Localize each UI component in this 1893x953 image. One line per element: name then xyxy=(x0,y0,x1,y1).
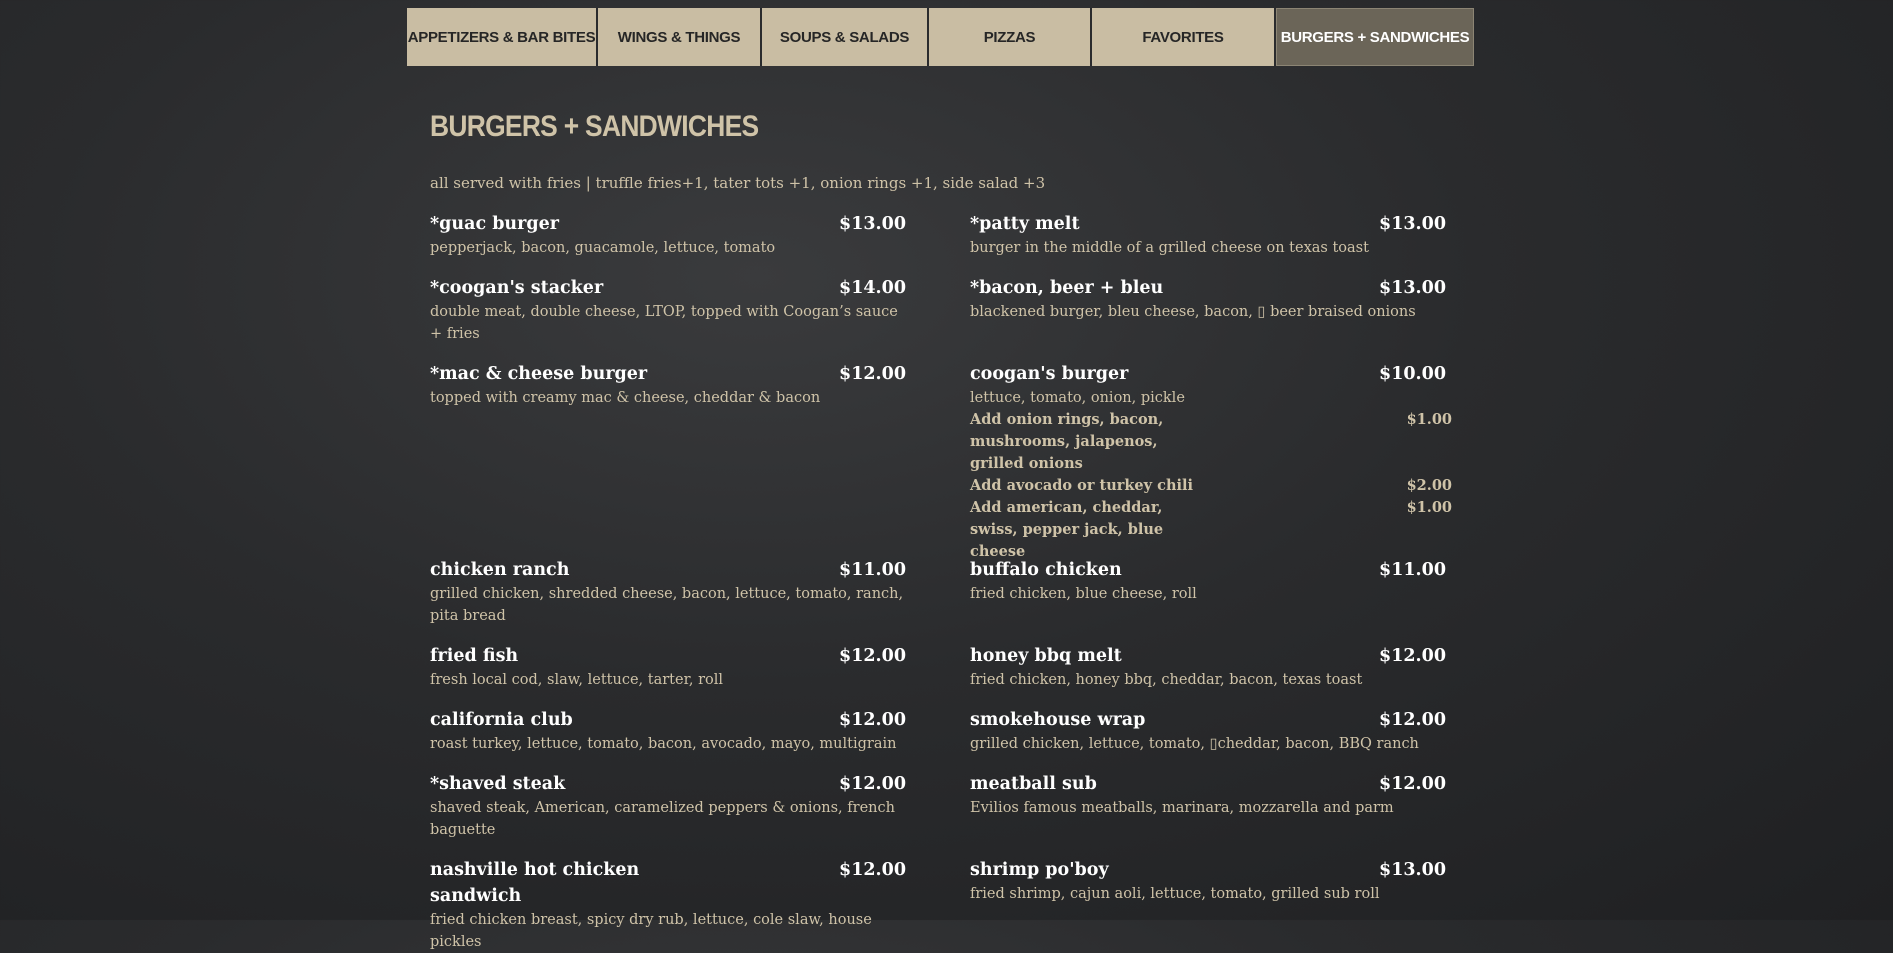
tab-soups-salads[interactable]: SOUPS & SALADS xyxy=(762,8,929,66)
item-name: nashville hot chicken sandwich xyxy=(430,860,640,906)
addon-price: $1.00 xyxy=(1406,499,1452,516)
item-name: california club xyxy=(430,710,573,730)
tab-burgers-sandwiches[interactable]: BURGERS + SANDWICHES xyxy=(1276,8,1474,66)
addon-option: Add avocado or turkey chili $2.00 xyxy=(970,475,1452,497)
addon-option: Add onion rings, bacon, mushrooms, jalap… xyxy=(970,409,1452,475)
item-description: shaved steak, American, caramelized pepp… xyxy=(430,800,895,838)
item-name: *patty melt xyxy=(970,214,1080,234)
menu-item: nashville hot chicken sandwich $12.00 fri… xyxy=(430,857,906,953)
item-description: fried chicken, blue cheese, roll xyxy=(970,586,1197,602)
item-description: grilled chicken, shredded cheese, bacon,… xyxy=(430,586,904,624)
addon-option: Add american, cheddar, swiss, pepper jac… xyxy=(970,497,1452,563)
item-name: fried fish xyxy=(430,646,519,666)
item-price: $12.00 xyxy=(839,646,906,666)
item-description: lettuce, tomato, onion, pickle xyxy=(970,390,1185,406)
item-price: $12.00 xyxy=(839,774,906,794)
item-description: grilled chicken, lettuce, tomato, ▯chedd… xyxy=(970,736,1419,752)
item-name: *coogan's stacker xyxy=(430,278,604,298)
menu-item: *shaved steak $12.00 shaved steak, Americ… xyxy=(430,771,906,841)
item-description: roast turkey, lettuce, tomato, bacon, av… xyxy=(430,736,897,752)
tab-favorites[interactable]: FAVORITES xyxy=(1092,8,1276,66)
item-description: burger in the middle of a grilled cheese… xyxy=(970,240,1369,256)
item-price: $11.00 xyxy=(839,560,906,580)
item-description: topped with creamy mac & cheese, cheddar… xyxy=(430,390,821,406)
item-description: Evilios famous meatballs, marinara, mozz… xyxy=(970,800,1394,816)
item-name: smokehouse wrap xyxy=(970,710,1146,730)
menu-item: coogan's burger $10.00 lettuce, tomato, o… xyxy=(970,361,1452,563)
item-description: fried chicken breast, spicy dry rub, let… xyxy=(430,912,872,950)
item-name: *mac & cheese burger xyxy=(430,364,648,384)
menu-item: *bacon, beer + bleu $13.00 blackened burg… xyxy=(970,275,1446,323)
menu-item: california club $12.00 roast turkey, lett… xyxy=(430,707,906,755)
addon-price: $2.00 xyxy=(1406,477,1452,494)
item-name: meatball sub xyxy=(970,774,1097,794)
item-price: $11.00 xyxy=(1379,560,1446,580)
item-price: $10.00 xyxy=(1379,364,1446,384)
section-title: BURGERS + SANDWICHES xyxy=(430,110,759,143)
menu-item: *patty melt $13.00 burger in the middle o… xyxy=(970,211,1446,259)
menu-section: BURGERS + SANDWICHES all served with fri… xyxy=(430,110,1452,950)
item-price: $12.00 xyxy=(839,364,906,384)
menu-item: *mac & cheese burger $12.00 topped with c… xyxy=(430,361,906,409)
item-price: $13.00 xyxy=(1379,214,1446,234)
item-name: buffalo chicken xyxy=(970,560,1122,580)
item-description: fresh local cod, slaw, lettuce, tarter, … xyxy=(430,672,724,688)
menu-category-tabs: APPETIZERS & BAR BITES WINGS & THINGS SO… xyxy=(407,8,1474,66)
menu-item: meatball sub $12.00 Evilios famous meatba… xyxy=(970,771,1446,819)
item-name: coogan's burger xyxy=(970,364,1129,384)
item-price: $13.00 xyxy=(839,214,906,234)
section-intro: all served with fries | truffle fries+1,… xyxy=(430,174,1046,192)
tab-appetizers[interactable]: APPETIZERS & BAR BITES xyxy=(407,8,598,66)
menu-item: honey bbq melt $12.00 fried chicken, hone… xyxy=(970,643,1446,691)
tab-pizzas[interactable]: PIZZAS xyxy=(929,8,1092,66)
addon-label: Add avocado or turkey chili xyxy=(970,477,1194,494)
menu-item: chicken ranch $11.00 grilled chicken, shr… xyxy=(430,557,906,627)
item-description: pepperjack, bacon, guacamole, lettuce, t… xyxy=(430,240,776,256)
menu-item: *guac burger $13.00 pepperjack, bacon, gu… xyxy=(430,211,906,259)
item-description: fried chicken, honey bbq, cheddar, bacon… xyxy=(970,672,1363,688)
addon-label: Add american, cheddar, swiss, pepper jac… xyxy=(970,499,1164,560)
item-name: *bacon, beer + bleu xyxy=(970,278,1164,298)
item-price: $12.00 xyxy=(1379,774,1446,794)
item-name: *guac burger xyxy=(430,214,559,234)
item-name: *shaved steak xyxy=(430,774,566,794)
menu-item: smokehouse wrap $12.00 grilled chicken, l… xyxy=(970,707,1446,755)
addon-label: Add onion rings, bacon, mushrooms, jalap… xyxy=(970,411,1164,472)
tab-wings[interactable]: WINGS & THINGS xyxy=(598,8,762,66)
item-description: blackened burger, bleu cheese, bacon, ▯ … xyxy=(970,304,1416,320)
item-price: $12.00 xyxy=(1379,710,1446,730)
item-price: $12.00 xyxy=(839,710,906,730)
menu-item: fried fish $12.00 fresh local cod, slaw, … xyxy=(430,643,906,691)
addon-price: $1.00 xyxy=(1406,411,1452,428)
menu-item: buffalo chicken $11.00 fried chicken, blu… xyxy=(970,557,1446,605)
item-price: $13.00 xyxy=(1379,278,1446,298)
item-name: honey bbq melt xyxy=(970,646,1122,666)
item-description: fried shrimp, cajun aoli, lettuce, tomat… xyxy=(970,886,1380,902)
item-price: $13.00 xyxy=(1379,860,1446,880)
menu-item: shrimp po'boy $13.00 fried shrimp, cajun … xyxy=(970,857,1446,905)
menu-item: *coogan's stacker $14.00 double meat, dou… xyxy=(430,275,906,345)
item-description: double meat, double cheese, LTOP, topped… xyxy=(430,304,898,342)
item-price: $12.00 xyxy=(839,860,906,880)
item-price: $12.00 xyxy=(1379,646,1446,666)
item-name: shrimp po'boy xyxy=(970,860,1109,880)
item-price: $14.00 xyxy=(839,278,906,298)
item-name: chicken ranch xyxy=(430,560,570,580)
